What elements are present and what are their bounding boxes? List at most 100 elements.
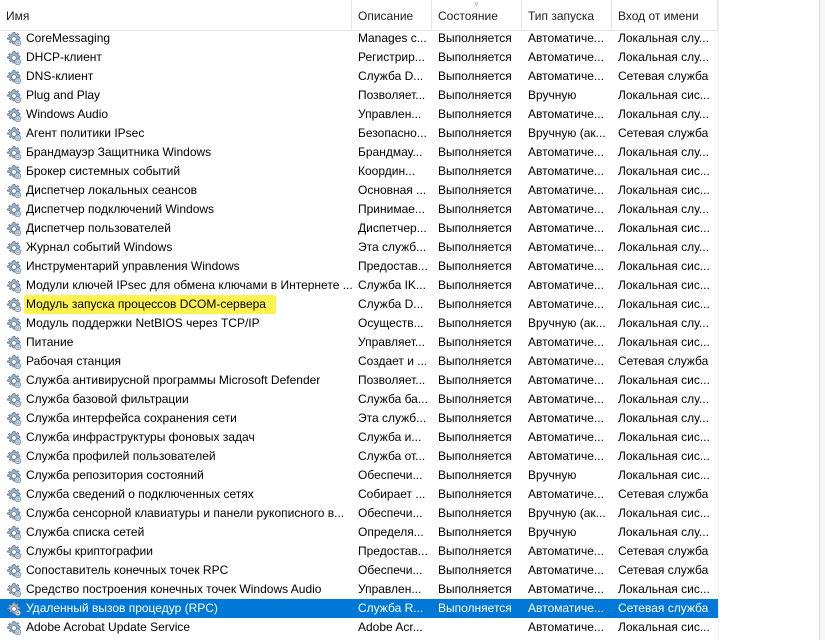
service-name-cell: Служба инфраструктуры фоновых задач (0, 428, 352, 447)
service-description: Предостав... (358, 544, 428, 558)
service-row[interactable]: Диспетчер локальных сеансов Основная ... В… (0, 181, 718, 200)
service-row[interactable]: DHCP-клиент Регистрир... Выполняется Автома… (0, 48, 718, 67)
service-state: Выполняется (438, 525, 512, 539)
service-startup-type: Автоматиче... (528, 107, 604, 121)
service-description: Служба от... (358, 449, 426, 463)
service-description: Определя... (358, 525, 424, 539)
service-state: Выполняется (438, 278, 512, 292)
service-name-cell: Диспетчер пользователей (0, 219, 352, 238)
service-startup-type: Вручную (ак... (528, 506, 606, 520)
service-row[interactable]: Диспетчер пользователей Диспетчер... Выпол… (0, 219, 718, 238)
service-row[interactable]: Диспетчер подключений Windows Принимае...… (0, 200, 718, 219)
service-name-cell: Служба антивирусной программы Microsoft … (0, 371, 352, 390)
service-name-cell: Средство построения конечных точек Windo… (0, 580, 352, 599)
service-description: Основная ... (358, 183, 427, 197)
service-row[interactable]: Служба интерфейса сохранения сети Эта слу… (0, 409, 718, 428)
service-name: Служба сведений о подключенных сетях (26, 487, 254, 501)
service-logon-as: Локальная слу... (618, 392, 709, 406)
service-startup-type: Автоматиче... (528, 335, 604, 349)
service-row[interactable]: Сопоставитель конечных точек RPC Обеспечи… (0, 561, 718, 580)
service-row[interactable]: Adobe Acrobat Update Service Adobe Acr...… (0, 618, 718, 637)
service-row[interactable]: Служба инфраструктуры фоновых задач Служб… (0, 428, 718, 447)
service-row[interactable]: Windows Audio Управлен... Выполняется Автом… (0, 105, 718, 124)
service-description: Регистрир... (358, 50, 425, 64)
service-row[interactable]: Служба сенсорной клавиатуры и панели рук… (0, 504, 718, 523)
service-gear-icon (6, 411, 22, 427)
column-header-name[interactable]: Имя (0, 0, 352, 30)
service-logon-as: Локальная слу... (618, 145, 709, 159)
service-row[interactable]: Удаленный вызов процедур (RPC) Служба R..… (0, 599, 718, 618)
service-row[interactable]: Служба базовой фильтрации Служба ба... Вып… (0, 390, 718, 409)
column-header-description[interactable]: Описание (352, 0, 432, 30)
service-row[interactable]: Брандмауэр Защитника Windows Брандмау... В… (0, 143, 718, 162)
column-header-startup[interactable]: Тип запуска (522, 0, 612, 30)
service-row[interactable]: Модуль поддержки NetBIOS через TCP/IP Осу… (0, 314, 718, 333)
service-gear-icon (6, 544, 22, 560)
service-row[interactable]: Модуль запуска процессов DCOM-сервера Слу… (0, 295, 718, 314)
service-state: Выполняется (438, 449, 512, 463)
service-row[interactable]: Рабочая станция Создает и ... Выполняется А… (0, 352, 718, 371)
service-description: Служба R... (358, 601, 424, 615)
service-row[interactable]: Служба сведений о подключенных сетях Соби… (0, 485, 718, 504)
service-startup-type: Автоматиче... (528, 69, 604, 83)
service-gear-icon (6, 582, 22, 598)
service-row[interactable]: Службы криптографии Предостав... Выполняет… (0, 542, 718, 561)
service-description: Управлен... (358, 107, 422, 121)
service-gear-icon (6, 107, 22, 123)
service-name-cell: Инструментарий управления Windows (0, 257, 352, 276)
service-row[interactable]: Служба списка сетей Определя... Выполняетс… (0, 523, 718, 542)
service-description: Позволяет... (358, 373, 426, 387)
column-header-logon-label: Вход от имени (618, 9, 699, 23)
service-row[interactable]: Служба репозитория состояний Обеспечи... В… (0, 466, 718, 485)
service-name: Рабочая станция (26, 354, 122, 368)
service-row[interactable]: Агент политики IPsec Безопасно... Выполняе… (0, 124, 718, 143)
service-row[interactable]: Питание Управляет... Выполняется Автоматиче… (0, 333, 718, 352)
service-row[interactable]: DNS-клиент Служба D... Выполняется Автомати… (0, 67, 718, 86)
service-row[interactable]: Инструментарий управления Windows Предост… (0, 257, 718, 276)
column-header-logon[interactable]: Вход от имени (612, 0, 718, 30)
service-gear-icon (6, 468, 22, 484)
service-startup-type: Автоматиче... (528, 430, 604, 444)
service-state: Выполняется (438, 354, 512, 368)
service-startup-type: Автоматиче... (528, 373, 604, 387)
service-name-cell: Служба сенсорной клавиатуры и панели рук… (0, 504, 352, 523)
service-startup-type: Автоматиче... (528, 411, 604, 425)
service-description: Служба IK... (358, 278, 426, 292)
service-description: Позволяет... (358, 88, 426, 102)
service-logon-as: Локальная сис... (618, 164, 710, 178)
column-header-state[interactable]: ˅ Состояние (432, 0, 522, 30)
service-logon-as: Локальная сис... (618, 582, 710, 596)
service-description: Обеспечи... (358, 563, 423, 577)
service-row[interactable]: Модули ключей IPsec для обмена ключами в… (0, 276, 718, 295)
service-name: Plug and Play (26, 88, 101, 102)
service-description: Эта служб... (358, 240, 427, 254)
service-name: Журнал событий Windows (26, 240, 173, 254)
service-name: Диспетчер локальных сеансов (26, 183, 198, 197)
service-gear-icon (6, 145, 22, 161)
service-row[interactable]: Журнал событий Windows Эта служб... Выполн… (0, 238, 718, 257)
service-startup-type: Автоматиче... (528, 259, 604, 273)
service-row[interactable]: Plug and Play Позволяет... Выполняется Вруч… (0, 86, 718, 105)
service-row[interactable]: Служба профилей пользователей Служба от..… (0, 447, 718, 466)
service-name-cell: Модуль поддержки NetBIOS через TCP/IP (0, 314, 352, 333)
service-gear-icon (6, 50, 22, 66)
service-name: Брокер системных событий (26, 164, 181, 178)
service-name: Диспетчер подключений Windows (26, 202, 215, 216)
service-description: Adobe Acr... (358, 620, 423, 634)
service-logon-as: Локальная слу... (618, 411, 709, 425)
service-gear-icon (6, 506, 22, 522)
service-name: Модуль поддержки NetBIOS через TCP/IP (26, 316, 260, 330)
service-gear-icon (6, 164, 22, 180)
service-logon-as: Локальная сис... (618, 373, 710, 387)
service-row[interactable]: Брокер системных событий Координ... Выполн… (0, 162, 718, 181)
service-state: Выполняется (438, 373, 512, 387)
service-row[interactable]: CoreMessaging Manages c... Выполняется Авто… (0, 29, 718, 48)
service-row[interactable]: Служба антивирусной программы Microsoft … (0, 371, 718, 390)
service-row[interactable]: Средство построения конечных точек Windo… (0, 580, 718, 599)
service-state: Выполняется (438, 126, 512, 140)
service-logon-as: Локальная сис... (618, 88, 710, 102)
service-name: Служба репозитория состояний (26, 468, 204, 482)
service-logon-as: Локальная слу... (618, 525, 709, 539)
service-name-cell: Windows Audio (0, 105, 352, 124)
service-logon-as: Локальная слу... (618, 31, 709, 45)
